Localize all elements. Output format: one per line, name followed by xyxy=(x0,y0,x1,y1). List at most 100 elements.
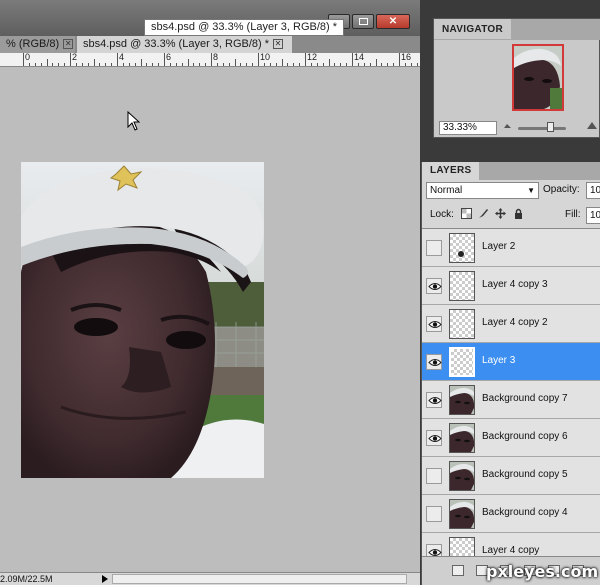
ruler-minor-tick xyxy=(187,59,189,66)
opacity-label: Opacity: xyxy=(543,184,580,195)
layers-header: LAYERS xyxy=(422,162,600,180)
zoom-slider[interactable] xyxy=(518,127,566,130)
layer-thumbnail xyxy=(449,423,475,453)
ruler-major-tick xyxy=(305,53,306,66)
ruler-number: 4 xyxy=(119,53,125,62)
layers-panel: LAYERS Normal ▼ Opacity: 100 Lock: Fill:… xyxy=(421,162,600,585)
zoom-slider-knob[interactable] xyxy=(546,122,554,132)
mouse-cursor-icon xyxy=(127,111,141,131)
ruler-number: 6 xyxy=(166,53,172,62)
ruler-number: 0 xyxy=(25,53,31,62)
layer-visibility-toggle[interactable] xyxy=(426,392,442,408)
tab-close-icon[interactable]: ✕ xyxy=(63,39,74,50)
navigator-panel: NAVIGATOR 33.33% xyxy=(433,18,600,138)
layer-visibility-toggle[interactable] xyxy=(426,430,442,446)
lock-all-icon[interactable] xyxy=(513,208,524,219)
eye-icon xyxy=(428,283,442,290)
layer-thumbnail xyxy=(449,271,475,301)
layer-row[interactable]: Background copy 5 xyxy=(422,457,600,495)
maximize-button[interactable] xyxy=(352,14,374,29)
close-icon: ✕ xyxy=(388,16,398,27)
lock-transparent-pixels-icon[interactable] xyxy=(461,208,472,219)
ruler-number: 12 xyxy=(307,53,318,62)
tab-sbs4[interactable]: sbs4.psd @ 33.3% (Layer 3, RGB/8) * ✕ xyxy=(77,36,292,53)
ruler-minor-tick xyxy=(46,59,48,66)
eye-icon xyxy=(428,397,442,404)
document-window: – ✕ sbs4.psd @ 33.3% (Layer 3, RGB/8) * … xyxy=(0,0,420,585)
document-tabs: % (RGB/8) ✕ sbs4.psd @ 33.3% (Layer 3, RG… xyxy=(0,36,420,53)
layers-tab[interactable]: LAYERS xyxy=(422,162,480,180)
layer-visibility-toggle[interactable] xyxy=(426,468,442,484)
layer-thumbnail-image xyxy=(450,500,474,528)
layer-row[interactable]: Layer 3 xyxy=(422,343,600,381)
ruler-number: 16 xyxy=(401,53,412,62)
layer-thumbnail xyxy=(449,461,475,491)
horizontal-ruler[interactable]: 0 2 4 6 8 10 12 14 16 xyxy=(0,53,420,67)
navigator-preview[interactable] xyxy=(512,44,564,111)
layer-visibility-toggle[interactable] xyxy=(426,316,442,332)
layer-name: Background copy 4 xyxy=(482,507,568,518)
canvas-photo[interactable] xyxy=(21,162,264,478)
document-size-status: 2.09M/22.5M xyxy=(0,574,53,584)
link-layers-icon[interactable] xyxy=(452,565,464,576)
layer-name: Layer 2 xyxy=(482,241,516,252)
layer-name: Background copy 5 xyxy=(482,469,568,480)
layer-thumbnail xyxy=(449,347,475,377)
ruler-major-tick xyxy=(352,53,353,66)
ruler-major-tick xyxy=(399,53,400,66)
layer-thumbnail xyxy=(449,499,475,529)
ruler-minor-tick xyxy=(140,59,142,66)
lock-position-icon[interactable] xyxy=(495,208,506,219)
layer-thumbnail xyxy=(449,309,475,339)
eye-icon xyxy=(428,435,442,442)
layer-row[interactable]: Layer 4 copy 2 xyxy=(422,305,600,343)
horizontal-scrollbar[interactable] xyxy=(112,574,407,584)
tab-close-icon[interactable]: ✕ xyxy=(273,39,284,50)
eye-icon xyxy=(428,549,442,556)
layer-row[interactable]: Layer 2 xyxy=(422,229,600,267)
watermark: pxleyes.com xyxy=(486,562,599,581)
close-button[interactable]: ✕ xyxy=(376,14,410,29)
navigator-header: NAVIGATOR xyxy=(434,19,600,40)
navigator-preview-image xyxy=(514,46,562,109)
layer-visibility-toggle[interactable] xyxy=(426,506,442,522)
layer-row[interactable]: Layer 4 copy xyxy=(422,533,600,556)
opacity-input[interactable]: 100 xyxy=(586,182,600,199)
ruler-minor-tick xyxy=(93,59,95,66)
layer-row[interactable]: Background copy 7 xyxy=(422,381,600,419)
blend-mode-select[interactable]: Normal ▼ xyxy=(426,182,539,199)
fill-input[interactable]: 100 xyxy=(586,207,600,224)
blend-mode-value: Normal xyxy=(430,185,463,196)
ruler-minor-tick xyxy=(328,59,330,66)
layer-row[interactable]: Background copy 4 xyxy=(422,495,600,533)
title-tooltip: sbs4.psd @ 33.3% (Layer 3, RGB/8) * xyxy=(144,19,345,36)
layer-visibility-toggle[interactable] xyxy=(426,278,442,294)
ruler-major-tick xyxy=(211,53,212,66)
layer-row[interactable]: Layer 4 copy 3 xyxy=(422,267,600,305)
chevron-down-icon: ▼ xyxy=(527,186,535,195)
ruler-minor-tick xyxy=(281,59,283,66)
layer-thumbnail xyxy=(449,537,475,556)
layer-thumbnail xyxy=(449,385,475,415)
navigator-tab[interactable]: NAVIGATOR xyxy=(434,19,512,39)
layer-row[interactable]: Background copy 6 xyxy=(422,419,600,457)
tab-label: % (RGB/8) xyxy=(6,38,60,50)
layer-name: Layer 4 copy 2 xyxy=(482,317,548,328)
layer-visibility-toggle[interactable] xyxy=(426,240,442,256)
tab-label: sbs4.psd @ 33.3% (Layer 3, RGB/8) * xyxy=(83,38,270,50)
ruler-number: 14 xyxy=(354,53,365,62)
zoom-out-icon[interactable] xyxy=(503,122,512,129)
tab-previous-document[interactable]: % (RGB/8) ✕ xyxy=(0,36,75,53)
ruler-number: 2 xyxy=(72,53,78,62)
ruler-major-tick xyxy=(117,53,118,66)
layer-name: Background copy 6 xyxy=(482,431,568,442)
restore-icon xyxy=(359,18,368,25)
layer-thumbnail-image xyxy=(450,424,474,452)
layer-visibility-toggle[interactable] xyxy=(426,354,442,370)
lock-image-pixels-icon[interactable] xyxy=(478,208,489,219)
zoom-in-icon[interactable] xyxy=(586,120,598,130)
layer-thumbnail-image xyxy=(450,386,474,414)
status-menu-arrow-icon[interactable] xyxy=(100,573,110,585)
zoom-level-input[interactable]: 33.33% xyxy=(439,121,497,135)
layer-visibility-toggle[interactable] xyxy=(426,544,442,556)
